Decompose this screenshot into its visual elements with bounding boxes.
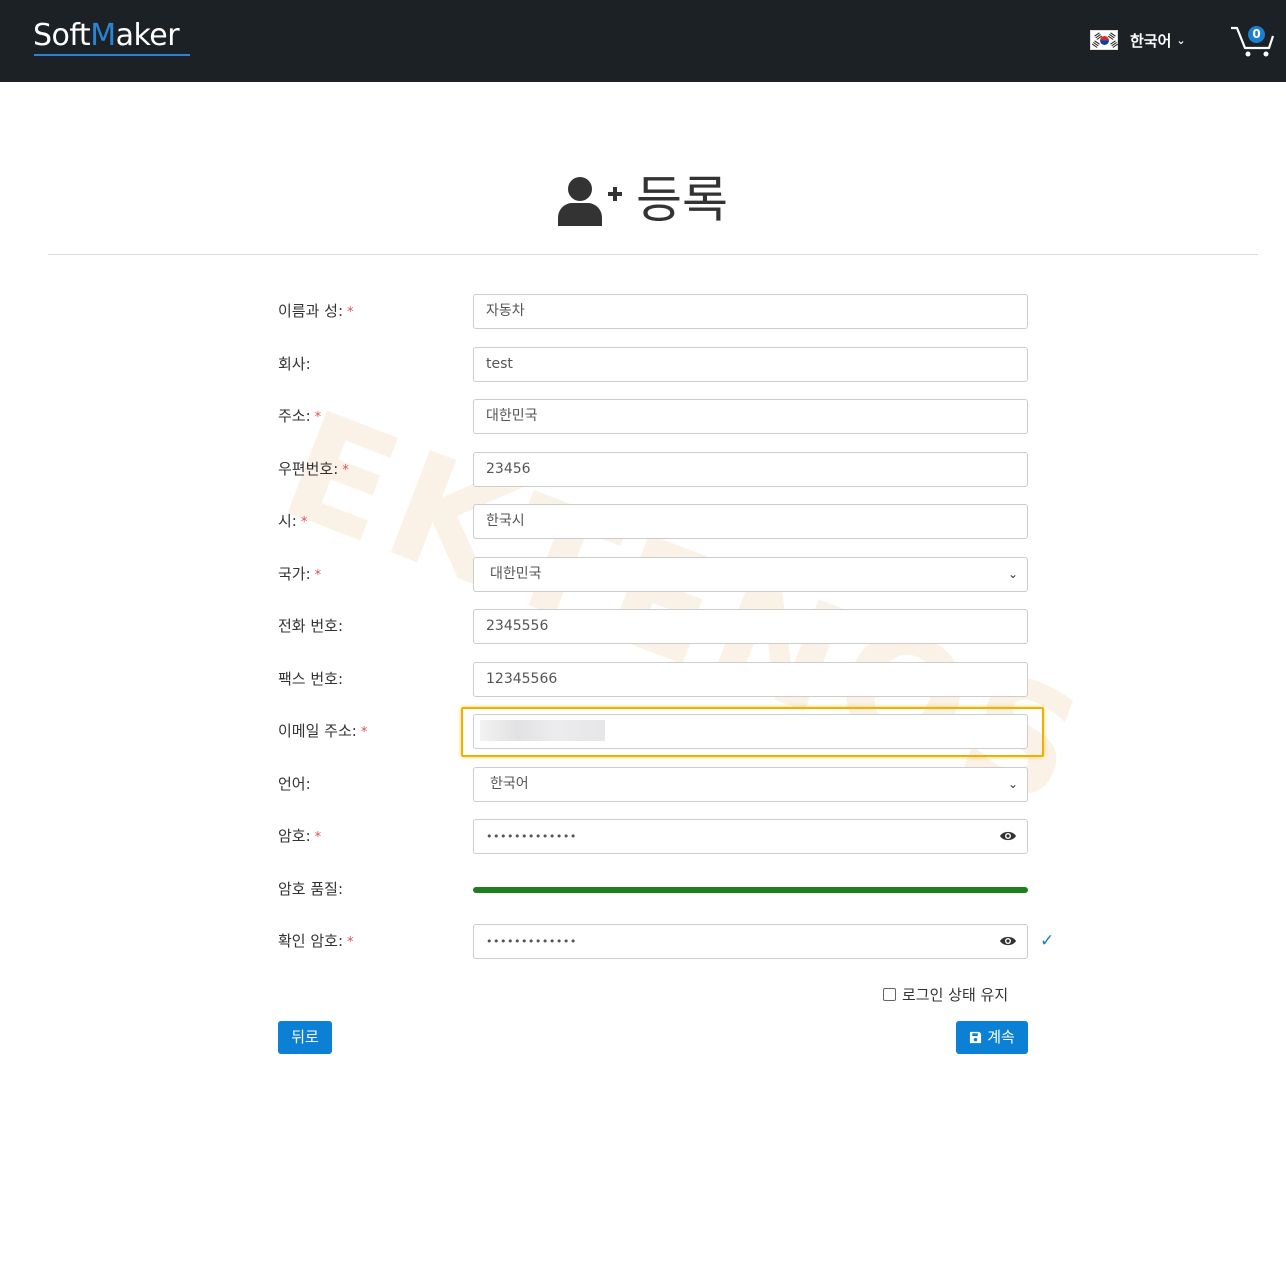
email-input[interactable] [473,714,1028,749]
remember-me-label[interactable]: 로그인 상태 유지 [902,984,1008,1005]
city-row: 시: * 한국시 [278,504,1038,540]
remember-me[interactable]: 로그인 상태 유지 [883,984,1008,1005]
password-input[interactable]: ••••••••••••• [473,819,1028,854]
address-row: 주소: * 대한민국 [278,399,1038,435]
password-row: 암호: * ••••••••••••• [278,819,1038,855]
country-select[interactable]: 대한민국 ⌄ [473,557,1028,592]
heading-divider [48,254,1258,255]
country-label: 국가: * [278,565,322,583]
full-name-input[interactable]: 자동차 [473,294,1028,329]
password-label: 암호: * [278,827,322,845]
phone-label: 전화 번호: [278,617,344,635]
password-quality-bar [473,887,1028,893]
password-quality-label: 암호 품질: [278,880,344,898]
confirm-password-row: 확인 암호: * ••••••••••••• ✓ [278,924,1054,960]
save-icon [970,1031,982,1044]
language-select[interactable]: 한국어 ⌄ [473,767,1028,802]
chevron-down-icon: ⌄ [1176,33,1186,47]
page-title: 등록 [636,171,728,229]
fax-row: 팩스 번호: 12345566 [278,662,1038,698]
email-label: 이메일 주소: * [278,722,368,740]
company-row: 회사: test [278,347,1038,383]
softmaker-logo[interactable]: SoftMaker [33,14,203,60]
country-selected-value: 대한민국 [490,566,542,582]
logo-underline [34,54,190,56]
language-row: 언어: 한국어 ⌄ [278,767,1038,803]
page-heading: 등록 [0,170,1286,230]
email-row: 이메일 주소: * [278,714,1038,750]
show-password-eye-icon[interactable] [999,934,1017,948]
company-input[interactable]: test [473,347,1028,382]
fax-label: 팩스 번호: [278,670,344,688]
country-row: 국가: * 대한민국 ⌄ [278,557,1038,593]
full-name-label: 이름과 성: * [278,302,354,320]
chevron-down-icon: ⌄ [1007,777,1018,791]
postal-code-label: 우편번호: * [278,460,349,478]
cart-count-badge: 0 [1248,26,1265,43]
fax-input[interactable]: 12345566 [473,662,1028,697]
confirm-password-input[interactable]: ••••••••••••• [473,924,1028,959]
language-selector[interactable]: 한국어 ⌄ [1090,26,1186,54]
language-selected-value: 한국어 [490,776,529,792]
address-label: 주소: * [278,407,322,425]
remember-me-checkbox[interactable] [883,988,896,1001]
language-label: 한국어 [1130,31,1172,50]
password-quality-row: 암호 품질: [278,872,1038,908]
top-navigation-bar: SoftMaker 한국어 ⌄ 0 [0,0,1286,82]
continue-label: 계속 [987,1028,1015,1046]
back-button[interactable]: 뒤로 [278,1021,332,1054]
city-label: 시: * [278,512,308,530]
user-plus-icon [558,177,622,226]
chevron-down-icon: ⌄ [1007,567,1018,581]
phone-input[interactable]: 2345556 [473,609,1028,644]
password-match-check-icon: ✓ [1040,931,1055,951]
full-name-row: 이름과 성: * 자동차 [278,294,1038,330]
postal-code-input[interactable]: 23456 [473,452,1028,487]
language-label: 언어: [278,775,311,793]
logo-text: SoftMaker [33,18,180,53]
blurred-email-value [480,720,605,741]
address-input[interactable]: 대한민국 [473,399,1028,434]
show-password-eye-icon[interactable] [999,829,1017,843]
confirm-password-label: 확인 암호: * [278,932,354,950]
continue-button[interactable]: 계속 [956,1021,1028,1054]
postal-code-row: 우편번호: * 23456 [278,452,1038,488]
flag-korea-icon [1090,30,1118,50]
company-label: 회사: [278,355,311,373]
city-input[interactable]: 한국시 [473,504,1028,539]
phone-row: 전화 번호: 2345556 [278,609,1038,645]
